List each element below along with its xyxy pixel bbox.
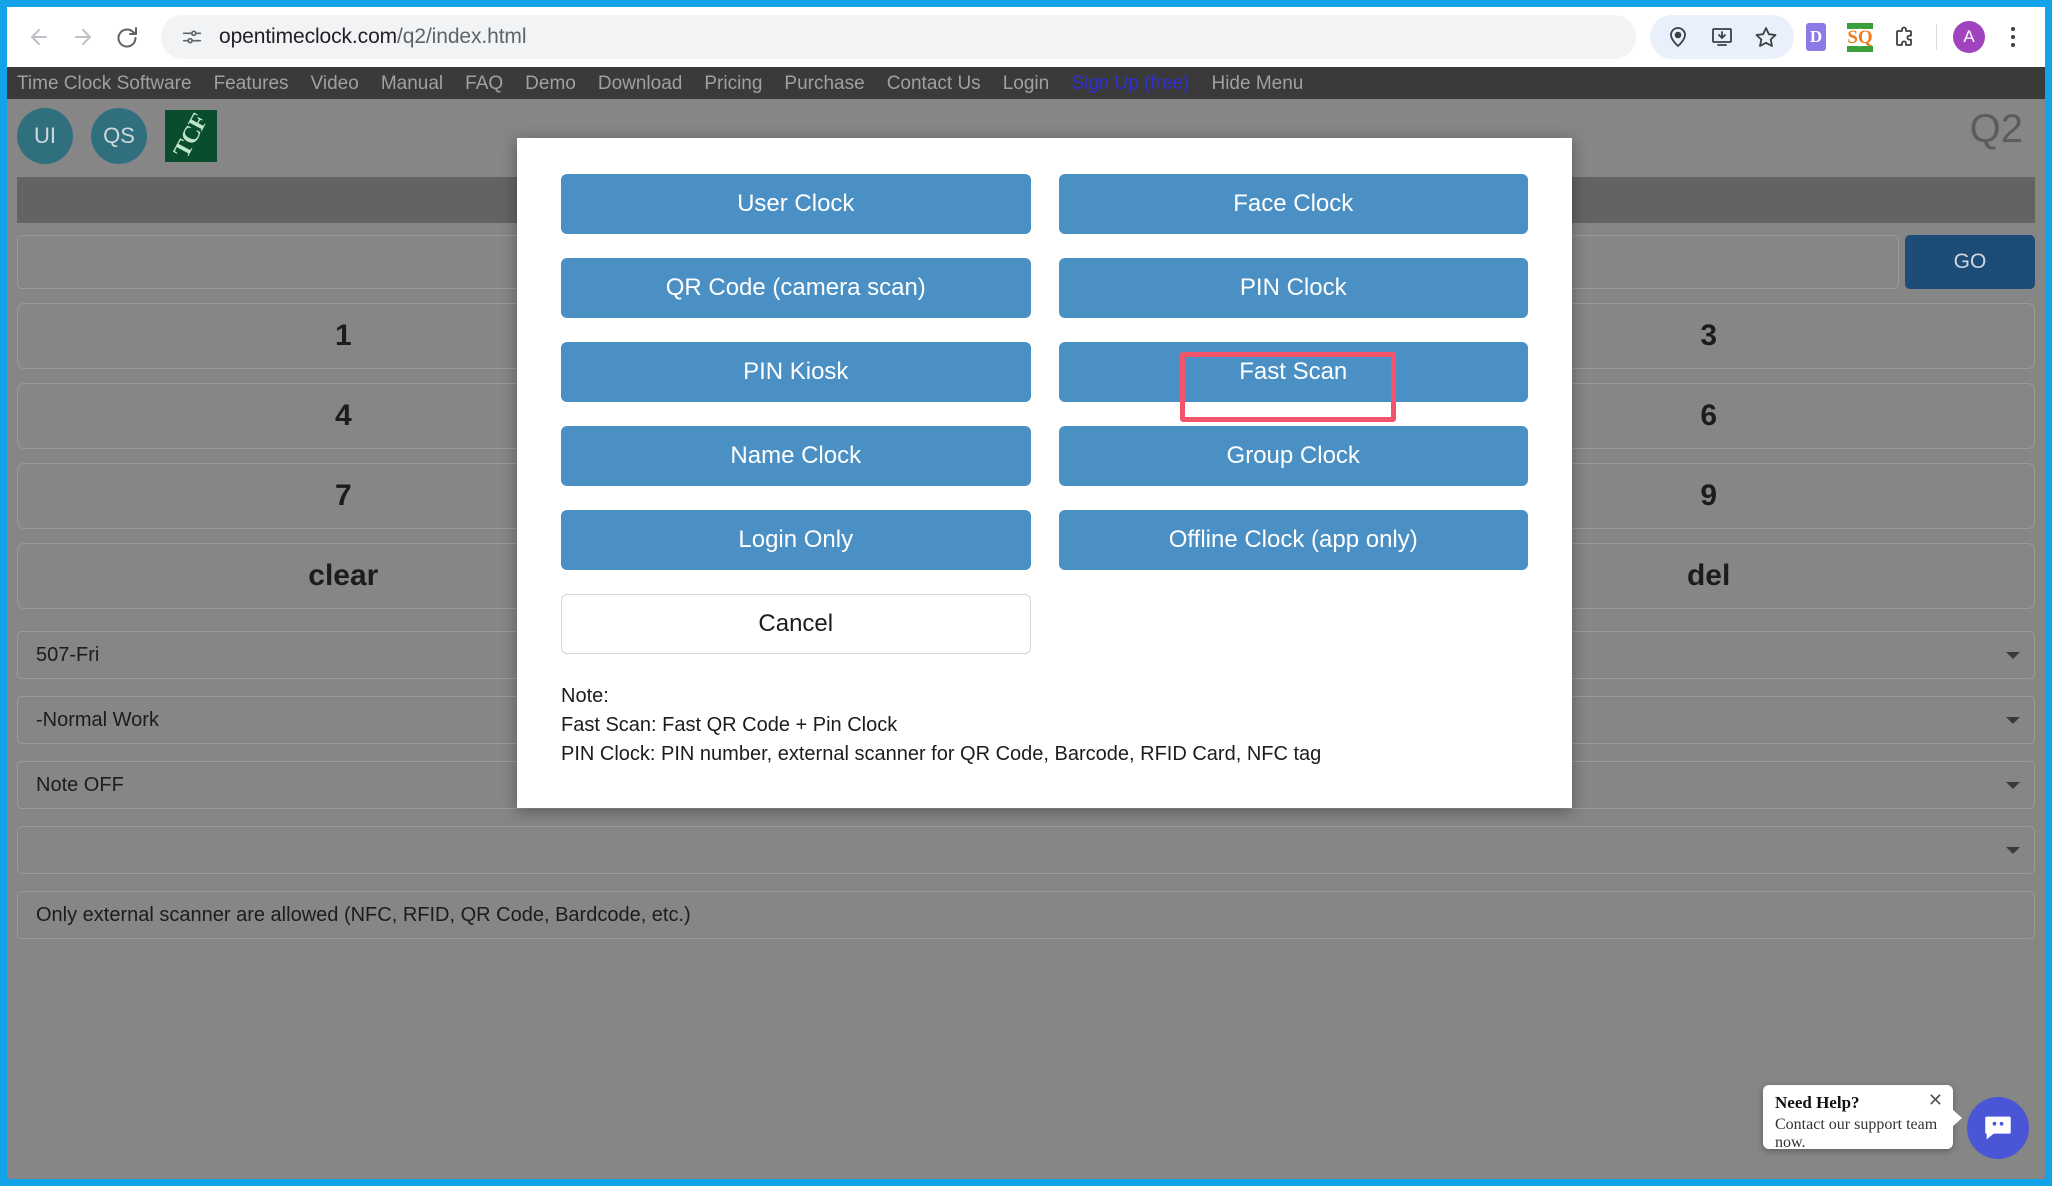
clock-mode-grid: User Clock Face Clock QR Code (camera sc… bbox=[561, 174, 1528, 570]
cancel-row: Cancel bbox=[561, 594, 1031, 654]
cancel-button[interactable]: Cancel bbox=[561, 594, 1031, 654]
dialog-body: User Clock Face Clock QR Code (camera sc… bbox=[517, 138, 1572, 769]
name-clock-button[interactable]: Name Clock bbox=[561, 426, 1031, 486]
face-clock-button[interactable]: Face Clock bbox=[1058, 174, 1528, 234]
clock-mode-dialog: User Clock Face Clock QR Code (camera sc… bbox=[517, 138, 1572, 808]
chat-prompt: ✕ Need Help? Contact our support team no… bbox=[1763, 1085, 1962, 1151]
offline-clock-button[interactable]: Offline Clock (app only) bbox=[1058, 510, 1528, 570]
chat-prompt-title: Need Help? bbox=[1775, 1093, 1860, 1112]
user-clock-button[interactable]: User Clock bbox=[561, 174, 1031, 234]
chat-prompt-subtitle: Contact our support team now. bbox=[1775, 1116, 1938, 1151]
note-line-2: PIN Clock: PIN number, external scanner … bbox=[561, 743, 1322, 765]
close-icon[interactable]: ✕ bbox=[1928, 1091, 1943, 1109]
pin-kiosk-button[interactable]: PIN Kiosk bbox=[561, 342, 1031, 402]
note-line-1: Fast Scan: Fast QR Code + Pin Clock bbox=[561, 714, 898, 736]
note-title: Note: bbox=[561, 685, 609, 707]
pin-clock-button[interactable]: PIN Clock bbox=[1058, 258, 1528, 318]
group-clock-button[interactable]: Group Clock bbox=[1058, 426, 1528, 486]
fast-scan-button[interactable]: Fast Scan bbox=[1058, 342, 1528, 402]
login-only-button[interactable]: Login Only bbox=[561, 510, 1031, 570]
modal-overlay: User Clock Face Clock QR Code (camera sc… bbox=[7, 7, 2045, 1179]
qr-code-camera-scan-button[interactable]: QR Code (camera scan) bbox=[561, 258, 1031, 318]
browser-window: opentimeclock.com/q2/index.html D SQ A T… bbox=[0, 0, 2052, 1186]
chat-bubble-icon[interactable] bbox=[1967, 1097, 2029, 1159]
dialog-note: Note: Fast Scan: Fast QR Code + Pin Cloc… bbox=[561, 682, 1528, 769]
